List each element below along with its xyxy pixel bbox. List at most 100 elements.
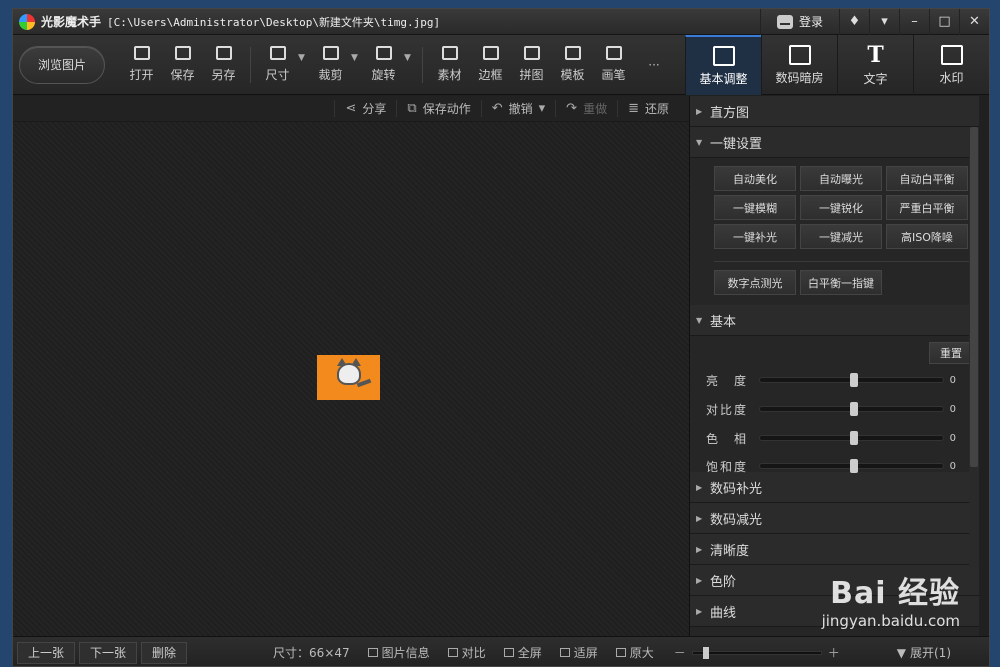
loaded-photo[interactable] — [317, 355, 380, 400]
tab-digital-darkroom[interactable]: 数码暗房 — [761, 35, 837, 95]
delete-button[interactable]: 删除 — [141, 641, 188, 664]
tab-watermark[interactable]: 水印 — [913, 35, 989, 95]
slider-thumb[interactable] — [850, 431, 859, 445]
resize-icon — [269, 46, 286, 60]
preset-button[interactable]: 自动白平衡 — [886, 166, 968, 191]
chevron-right-icon: ▶ — [696, 575, 703, 585]
toolbar-divider — [250, 46, 251, 83]
undo-dropdown-icon[interactable]: ▾ — [539, 101, 546, 116]
tool-save[interactable]: 保存 — [162, 46, 203, 83]
original-size-icon — [615, 648, 626, 657]
slider-value: 0 — [949, 403, 956, 415]
section-basic[interactable]: ▼ 基本 — [690, 305, 979, 336]
slider-thumb[interactable] — [850, 373, 859, 387]
reset-button[interactable]: 重置 — [929, 342, 973, 364]
divider — [714, 261, 969, 262]
compare-button[interactable]: 对比 — [447, 644, 486, 661]
browse-images-button[interactable]: 浏览图片 — [19, 45, 105, 84]
preset-button[interactable]: 自动曝光 — [800, 166, 882, 191]
tool-resize[interactable]: 尺寸 — [257, 46, 298, 83]
section-oneclick[interactable]: ▼ 一键设置 — [690, 127, 979, 158]
save-action-button[interactable]: ⧉ 保存动作 — [396, 100, 480, 117]
zoom-in-button[interactable]: ＋ — [828, 644, 840, 661]
status-label: 全屏 — [517, 646, 542, 660]
preset-button[interactable]: 严重白平衡 — [886, 195, 968, 220]
expand-icon: ▼ — [896, 645, 906, 660]
slider-thumb[interactable] — [850, 402, 859, 416]
section-clarity[interactable]: ▶ 清晰度 — [690, 534, 979, 565]
file-path: [C:\Users\Administrator\Desktop\新建文件夹\ti… — [107, 15, 441, 29]
crop-dropdown-icon[interactable]: ▼ — [351, 53, 363, 63]
skin-button[interactable]: ♦ — [839, 9, 869, 35]
zoom-slider[interactable] — [691, 646, 822, 659]
brush-icon — [605, 46, 622, 60]
close-button[interactable]: ✕ — [959, 9, 989, 35]
preset-row: 数字点测光 白平衡一指键 — [690, 270, 979, 305]
tab-basic-adjust[interactable]: 基本调整 — [685, 35, 761, 95]
tool-label: 裁剪 — [318, 68, 343, 82]
next-image-button[interactable]: 下一张 — [79, 641, 138, 664]
scrollbar-thumb[interactable] — [970, 127, 978, 467]
action-label: 分享 — [362, 102, 387, 116]
original-size-button[interactable]: 原大 — [615, 644, 654, 661]
tool-border[interactable]: 边框 — [470, 46, 511, 83]
zoom-thumb[interactable] — [702, 646, 709, 659]
preset-button[interactable]: 一键模糊 — [714, 195, 796, 220]
fullscreen-button[interactable]: 全屏 — [503, 644, 542, 661]
white-balance-button[interactable]: 白平衡一指键 — [800, 270, 882, 295]
rotate-dropdown-icon[interactable]: ▼ — [404, 53, 416, 63]
maximize-button[interactable]: □ — [929, 9, 959, 35]
title-bar: 光影魔术手 [C:\Users\Administrator\Desktop\新建… — [13, 9, 989, 35]
tool-save-as[interactable]: 另存 — [203, 46, 244, 83]
share-button[interactable]: ⋖ 分享 — [334, 100, 396, 117]
undo-button[interactable]: ↶ 撤销 ▾ — [480, 100, 555, 117]
prev-image-button[interactable]: 上一张 — [17, 641, 76, 664]
action-label: 保存动作 — [422, 102, 471, 116]
action-bar: ⋖ 分享 ⧉ 保存动作 ↶ 撤销 ▾ ↷ 重做 ≣ 还原 — [13, 96, 689, 122]
expand-button[interactable]: ▼ 展开(1) — [897, 644, 951, 661]
hue-slider[interactable] — [759, 431, 944, 445]
section-digital-reduce[interactable]: ▶ 数码减光 — [690, 503, 979, 534]
brightness-slider[interactable] — [759, 373, 944, 387]
panel-scrollbar[interactable] — [969, 127, 979, 567]
image-size-text: 尺寸：66×47 — [273, 646, 350, 660]
menu-button[interactable]: ▾ — [869, 9, 899, 35]
tool-open[interactable]: 打开 — [121, 46, 162, 83]
toolbar-divider — [422, 46, 423, 83]
saturation-slider[interactable] — [759, 459, 944, 473]
login-button[interactable]: 登录 — [759, 9, 839, 35]
preset-button[interactable]: 一键减光 — [800, 224, 882, 249]
tool-label: 拼图 — [519, 68, 544, 82]
zoom-out-button[interactable]: － — [674, 644, 686, 661]
redo-button[interactable]: ↷ 重做 — [555, 100, 617, 117]
section-title: 曲线 — [710, 605, 737, 621]
image-canvas[interactable]: ⋖ 分享 ⧉ 保存动作 ↶ 撤销 ▾ ↷ 重做 ≣ 还原 — [13, 96, 689, 636]
fit-screen-button[interactable]: 适屏 — [559, 644, 598, 661]
slider-value: 0 — [949, 374, 956, 386]
tool-rotate[interactable]: 旋转 — [363, 46, 404, 83]
tool-material[interactable]: 素材 — [429, 46, 470, 83]
contrast-slider[interactable] — [759, 402, 944, 416]
preset-button[interactable]: 高ISO降噪 — [886, 224, 968, 249]
watermark-url: jingyan.baidu.com — [821, 612, 960, 630]
tab-label: 数码暗房 — [775, 70, 824, 85]
tool-collage[interactable]: 拼图 — [511, 46, 552, 83]
tool-template[interactable]: 模板 — [552, 46, 593, 83]
restore-button[interactable]: ≣ 还原 — [617, 100, 679, 117]
section-histogram[interactable]: ▶ 直方图 — [690, 96, 979, 127]
preset-button[interactable]: 自动美化 — [714, 166, 796, 191]
tool-brush[interactable]: 画笔 — [593, 46, 634, 83]
resize-dropdown-icon[interactable]: ▼ — [298, 53, 310, 63]
slider-thumb[interactable] — [850, 459, 859, 473]
minimize-button[interactable]: – — [899, 9, 929, 35]
preset-button[interactable]: 一键补光 — [714, 224, 796, 249]
spot-metering-button[interactable]: 数字点测光 — [714, 270, 796, 295]
tool-crop[interactable]: 裁剪 — [310, 46, 351, 83]
image-info-button[interactable]: 图片信息 — [367, 644, 430, 661]
section-digital-fill[interactable]: ▶ 数码补光 — [690, 472, 979, 503]
border-icon — [482, 46, 499, 60]
tab-text[interactable]: T 文字 — [837, 35, 913, 95]
preset-button[interactable]: 一键锐化 — [800, 195, 882, 220]
compare-icon — [447, 648, 458, 657]
more-tools-button[interactable]: ··· — [634, 58, 674, 72]
